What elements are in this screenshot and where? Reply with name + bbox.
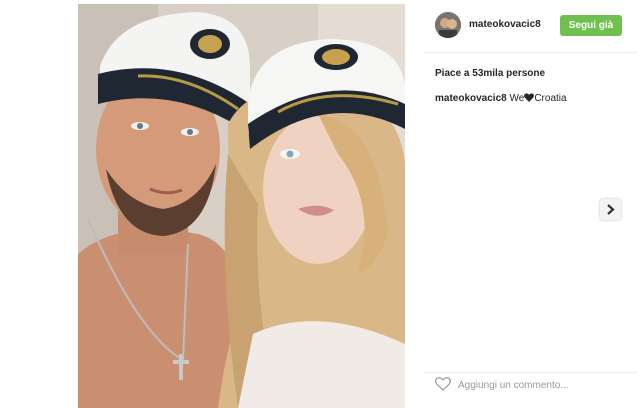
caption-text-before: We bbox=[509, 93, 525, 104]
comment-input[interactable] bbox=[458, 377, 618, 393]
caption-text-after: Croatia bbox=[534, 93, 567, 104]
username-link[interactable]: mateokovacic8 bbox=[469, 19, 541, 30]
heart-outline-icon[interactable] bbox=[434, 377, 452, 391]
heart-icon bbox=[524, 93, 535, 102]
caption: mateokovacic8 We Croatia bbox=[435, 93, 567, 104]
post-header: mateokovacic8 Segui già bbox=[423, 0, 637, 53]
avatar[interactable] bbox=[435, 12, 461, 38]
post-photo[interactable] bbox=[78, 4, 405, 408]
chevron-right-icon bbox=[607, 204, 615, 215]
likes-count[interactable]: Piace a 53mila persone bbox=[435, 68, 545, 79]
next-post-button[interactable] bbox=[600, 199, 621, 220]
caption-username[interactable]: mateokovacic8 bbox=[435, 93, 507, 104]
follow-button[interactable]: Segui già bbox=[560, 15, 622, 36]
divider bbox=[423, 372, 637, 373]
